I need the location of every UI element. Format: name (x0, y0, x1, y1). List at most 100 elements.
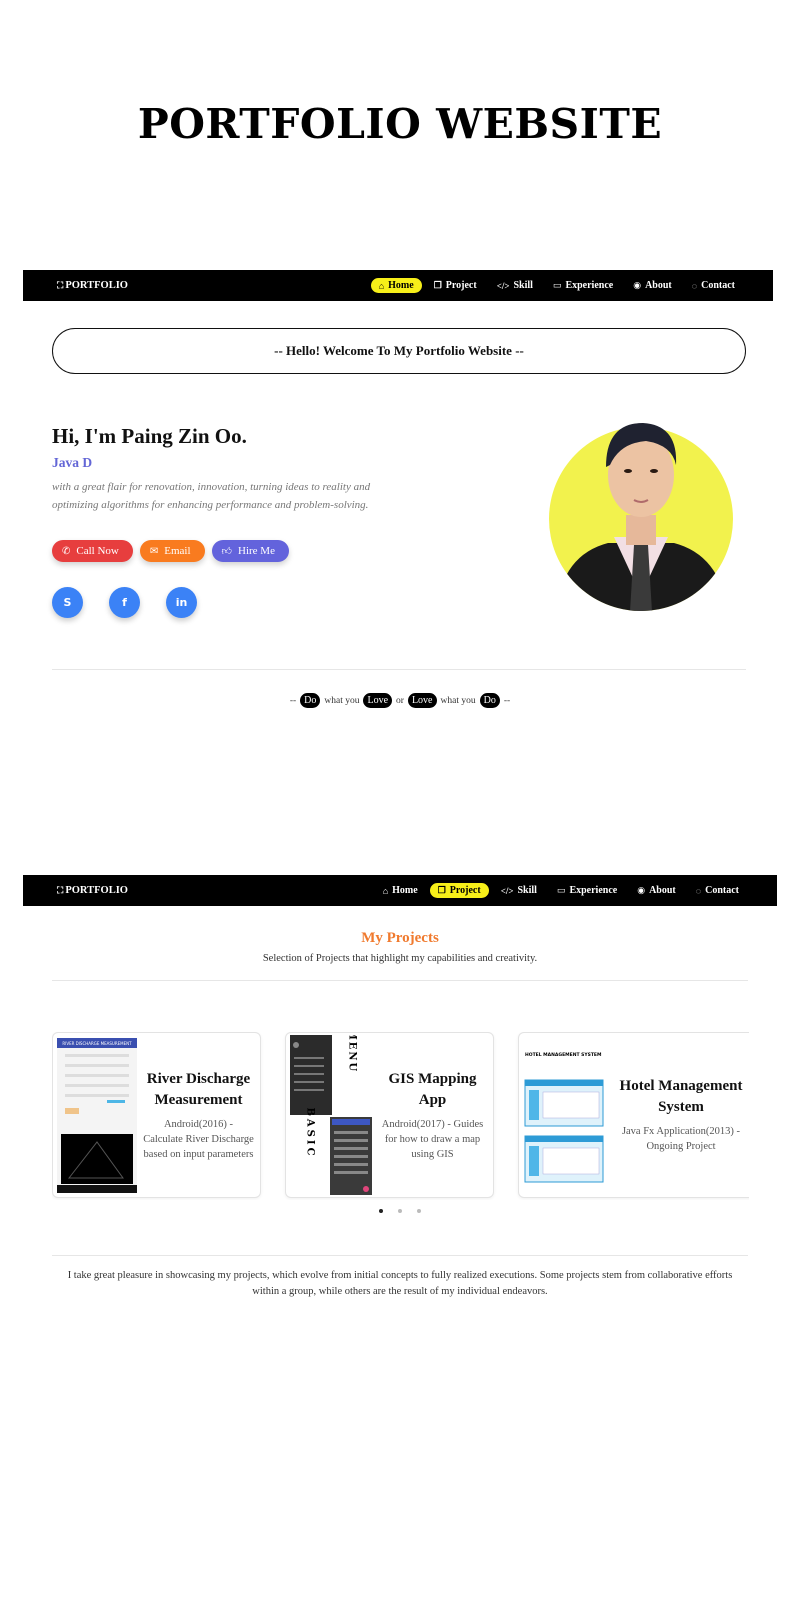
nav-item-skill[interactable]: </> Skill (489, 278, 541, 293)
linkedin-button[interactable]: in (166, 587, 197, 618)
projects-carousel: RIVER DISCHARGE MEASUREMENT River Discha… (52, 1032, 749, 1200)
project-card-body: GIS Mapping App Android(2017) - Guides f… (372, 1069, 493, 1162)
navbar-home-section: ⛶ PORTFOLIO ⌂ Home ❐ Project </> Skill ▭… (23, 270, 773, 301)
carousel-dot-1[interactable] (379, 1209, 383, 1213)
project-card-gis-mapping[interactable]: MENU BASIC GIS Mapping App Android(2017)… (285, 1032, 494, 1198)
thumb-basic-label: BASIC (305, 1107, 316, 1158)
call-now-button[interactable]: ✆ Call Now (52, 540, 133, 562)
user-circle-icon: ◉ (633, 280, 642, 290)
thumb-menu-label: MENU (347, 1035, 358, 1073)
briefcase-icon: ▭ (556, 885, 566, 895)
nav-item-about[interactable]: ◉ About (625, 278, 680, 293)
home-icon: ⌂ (382, 885, 389, 896)
thumbs-up-icon: 👍︎ (221, 546, 232, 557)
phone-icon: ✆ (62, 545, 71, 557)
nav-item-label: Home (388, 280, 414, 291)
carousel-dot-2[interactable] (398, 1209, 402, 1213)
nav-item-experience[interactable]: ▭ Experience (545, 278, 621, 293)
motto-text: or (396, 695, 404, 706)
welcome-banner: -- Hello! Welcome To My Portfolio Websit… (52, 328, 746, 374)
brand-logo[interactable]: ⛶ PORTFOLIO (57, 280, 128, 291)
nav-item-label: About (645, 280, 672, 291)
nav-item-home[interactable]: ⌂ Home (375, 883, 426, 898)
facebook-icon: f (122, 596, 127, 609)
motto: -- Do what you Love or Love what you Do … (0, 693, 800, 708)
brand-logo[interactable]: ⛶ PORTFOLIO (57, 885, 128, 896)
nav-item-label: Experience (565, 280, 614, 291)
nav-item-contact[interactable]: ◌ Contact (688, 883, 747, 898)
section-divider (52, 1255, 748, 1256)
project-description: Android(2017) - Guides for how to draw a… (381, 1118, 484, 1160)
project-card-body: Hotel Management System Java Fx Applicat… (605, 1076, 749, 1154)
nav-item-label: Skill (513, 280, 533, 291)
motto-chip: Love (407, 693, 437, 708)
hero-actions: ✆ Call Now ✉ Email 👍︎ Hire Me (52, 540, 289, 562)
linkedin-icon: in (175, 596, 188, 609)
brand-label: PORTFOLIO (65, 885, 128, 896)
nav-item-contact[interactable]: ◌ Contact (684, 278, 743, 293)
nav-item-label: About (649, 885, 676, 896)
facebook-button[interactable]: f (109, 587, 140, 618)
chat-icon: ◌ (691, 280, 698, 291)
hero-description: with a great flair for renovation, innov… (52, 481, 371, 511)
projects-footer-text: I take great pleasure in showcasing my p… (67, 1270, 733, 1297)
call-now-label: Call Now (76, 545, 119, 557)
carousel-dot-3[interactable] (417, 1209, 421, 1213)
hotel-management-thumbnail: HOTEL MANAGEMENT SYSTEM (523, 1040, 605, 1190)
project-card-river-discharge[interactable]: RIVER DISCHARGE MEASUREMENT River Discha… (52, 1032, 261, 1198)
nav-item-about[interactable]: ◉ About (629, 883, 684, 898)
project-title: Hotel Management System (619, 1078, 743, 1115)
motto-dash: -- (289, 695, 297, 706)
project-card-body: River Discharge Measurement Android(2016… (137, 1069, 260, 1162)
hero-role: Java D (52, 455, 93, 470)
chat-icon: ◌ (695, 885, 702, 896)
thumb-caption: HOTEL MANAGEMENT SYSTEM (525, 1052, 602, 1058)
briefcase-icon: ▭ (552, 280, 562, 290)
carousel-indicators (0, 1209, 800, 1213)
thumb-caption: RIVER DISCHARGE MEASUREMENT (62, 1041, 132, 1046)
email-button[interactable]: ✉ Email (139, 540, 205, 562)
section-divider (52, 669, 746, 670)
focus-icon: ⛶ (57, 885, 64, 895)
project-title: River Discharge Measurement (146, 1070, 251, 1108)
river-discharge-thumbnail: RIVER DISCHARGE MEASUREMENT (57, 1037, 137, 1193)
motto-dash: -- (503, 695, 511, 706)
nav-item-label: Experience (569, 885, 618, 896)
home-icon: ⌂ (378, 280, 385, 291)
social-links: S f in (52, 587, 197, 618)
nav-item-label: Project (445, 280, 477, 291)
nav-item-project[interactable]: ❐ Project (429, 883, 489, 898)
section-divider (52, 980, 748, 981)
motto-chip: Do (479, 693, 500, 708)
avatar (548, 405, 734, 612)
hire-me-button[interactable]: 👍︎ Hire Me (211, 540, 289, 562)
skype-icon: S (63, 596, 72, 609)
projects-subtitle: Selection of Projects that highlight my … (262, 953, 538, 964)
code-icon: </> (500, 885, 514, 896)
motto-text: what you (324, 695, 360, 706)
profile-photo (549, 423, 733, 611)
nav-item-project[interactable]: ❐ Project (426, 278, 485, 293)
nav-item-label: Home (392, 885, 418, 896)
project-description: Java Fx Application(2013) - Ongoing Proj… (621, 1126, 741, 1152)
project-description: Android(2016) - Calculate River Discharg… (143, 1118, 254, 1160)
copy-icon: ❐ (433, 280, 442, 290)
nav-item-home[interactable]: ⌂ Home (370, 278, 422, 293)
nav-item-skill[interactable]: </> Skill (493, 883, 545, 898)
nav-menu: ⌂ Home ❐ Project </> Skill ▭ Experience … (375, 883, 747, 898)
skype-button[interactable]: S (52, 587, 83, 618)
code-icon: </> (496, 280, 510, 291)
project-card-hotel-management[interactable]: HOTEL MANAGEMENT SYSTEM Hotel Management… (518, 1032, 749, 1198)
hero-name: Hi, I'm Paing Zin Oo. (52, 424, 247, 448)
nav-item-experience[interactable]: ▭ Experience (549, 883, 625, 898)
project-title: GIS Mapping App (388, 1070, 477, 1108)
copy-icon: ❐ (437, 885, 446, 895)
gis-mapping-thumbnail: MENU BASIC (290, 1035, 372, 1195)
projects-title: My Projects (361, 930, 439, 946)
motto-chip: Do (300, 693, 321, 708)
motto-chip: Love (363, 693, 393, 708)
nav-item-label: Contact (701, 280, 735, 291)
brand-label: PORTFOLIO (65, 280, 128, 291)
nav-menu: ⌂ Home ❐ Project </> Skill ▭ Experience … (370, 278, 743, 293)
email-label: Email (164, 545, 191, 557)
